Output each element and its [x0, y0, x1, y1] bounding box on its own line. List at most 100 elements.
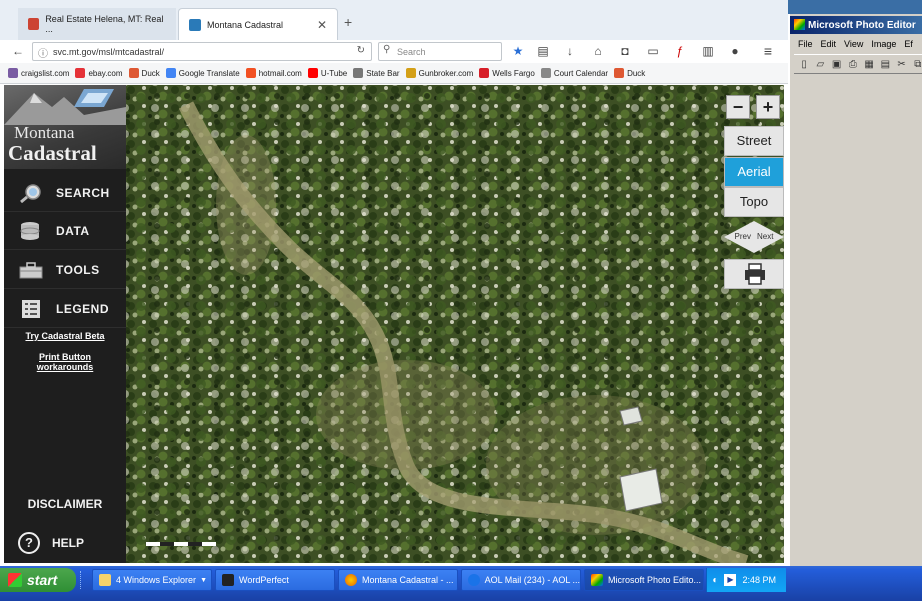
zoom-out-button[interactable]: − — [726, 95, 750, 119]
print-button-link-line2[interactable]: workarounds — [4, 362, 126, 372]
bookmark-item[interactable]: hotmail.com — [245, 68, 302, 78]
browser-window: Real Estate Helena, MT: Real ... Montana… — [0, 0, 788, 566]
photo-editor-menu-item[interactable]: Image — [871, 39, 896, 49]
disclaimer-link[interactable]: DISCLAIMER — [4, 497, 126, 511]
taskbar-item-photo-editor[interactable]: Microsoft Photo Edito... — [584, 569, 704, 591]
reload-icon[interactable]: ↻ — [357, 45, 365, 56]
wordperfect-icon — [222, 574, 234, 586]
montana-cadastral-app: Montana Cadastral SEARCH DATA TOOLS LEGE… — [0, 85, 788, 566]
search-placeholder: Search — [397, 46, 426, 57]
try-cadastral-beta-link[interactable]: Try Cadastral Beta — [4, 331, 126, 341]
save-icon[interactable]: ▣ — [831, 58, 843, 71]
bookmark-item[interactable]: craigslist.com — [8, 68, 69, 78]
url-text: svc.mt.gov/msl/mtcadastral/ — [53, 46, 165, 57]
photo-editor-menu-item[interactable]: Ef — [904, 39, 913, 49]
menu-tools[interactable]: TOOLS — [4, 251, 126, 289]
bookmark-favicon-icon — [353, 68, 364, 78]
database-icon — [20, 221, 40, 240]
scan-icon[interactable]: ▤ — [879, 58, 891, 71]
help-label: HELP — [52, 536, 85, 550]
help-button[interactable]: ? HELP — [18, 530, 126, 556]
copy-icon[interactable]: ⧉ — [912, 58, 922, 71]
mountain-logo-icon — [4, 89, 126, 125]
tab-montana-cadastral[interactable]: Montana Cadastral ✕ — [178, 8, 338, 40]
flash-icon[interactable]: ƒ — [672, 43, 688, 59]
menu-search[interactable]: SEARCH — [4, 174, 126, 212]
media-icon[interactable]: ▶ — [724, 574, 737, 586]
basemap-aerial-button[interactable]: Aerial — [724, 157, 784, 187]
taskbar-item-windows-explorer[interactable]: 4 Windows Explorer ▼ — [92, 569, 212, 591]
bookmark-item[interactable]: Duck — [128, 68, 160, 78]
basemap-topo-button[interactable]: Topo — [724, 187, 784, 217]
bookmarks-bar: craigslist.com ebay.com Duck Google Transla… — [0, 63, 788, 84]
photo-editor-menu-item[interactable]: Edit — [821, 39, 837, 49]
open-folder-icon[interactable]: ▱ — [814, 58, 826, 71]
bookmark-item[interactable]: Duck — [614, 68, 645, 78]
bookmark-item[interactable]: State Bar — [353, 68, 400, 78]
print-icon[interactable]: ⎙ — [847, 58, 859, 71]
bookmark-item[interactable]: Court Calendar — [540, 68, 608, 78]
app-logo: Montana Cadastral — [4, 85, 126, 169]
photo-editor-menu-item[interactable]: View — [844, 39, 863, 49]
bookmark-item[interactable]: Wells Fargo — [479, 68, 535, 78]
pocket-icon[interactable]: ◘ — [617, 43, 633, 59]
bookmark-favicon-icon — [8, 68, 18, 78]
hamburger-menu-icon[interactable]: ≡ — [760, 43, 776, 59]
new-tab-icon[interactable]: + — [344, 14, 352, 30]
new-file-icon[interactable]: ▯ — [798, 58, 810, 71]
tab-favicon-icon — [28, 18, 40, 30]
search-input[interactable]: ⚲ Search — [378, 42, 502, 61]
search-icon: ⚲ — [383, 44, 391, 55]
bookmark-item[interactable]: Google Translate — [165, 68, 240, 78]
network-icon[interactable]: ◐ — [712, 575, 718, 586]
aol-icon — [468, 574, 480, 586]
bookmark-label: Duck — [627, 68, 646, 78]
clock: 2:48 PM — [742, 575, 776, 585]
aerial-map[interactable] — [126, 85, 784, 563]
taskbar-item-label: Microsoft Photo Edito... — [608, 575, 702, 585]
screenshot-icon[interactable]: ▭ — [645, 43, 661, 59]
cut-icon[interactable]: ✂ — [896, 58, 908, 71]
bookmark-favicon-icon — [540, 68, 551, 78]
url-bar[interactable]: ⓘ svc.mt.gov/msl/mtcadastral/ ↻ — [32, 42, 372, 61]
basemap-street-button[interactable]: Street — [724, 126, 784, 156]
photo-editor-menu-item[interactable]: File — [798, 39, 813, 49]
start-button[interactable]: start — [0, 568, 76, 592]
bookmark-label: Gunbroker.com — [418, 68, 474, 78]
bookmark-item[interactable]: U-Tube — [307, 68, 347, 78]
quicklaunch-divider — [80, 571, 92, 589]
windows-taskbar: start 4 Windows Explorer ▼ WordPerfect M… — [0, 566, 922, 601]
print-preview-icon[interactable]: ▦ — [863, 58, 875, 71]
start-label: start — [27, 572, 58, 588]
toolbox-icon — [19, 261, 43, 278]
menu-legend[interactable]: LEGEND — [4, 290, 126, 328]
bookmark-label: Wells Fargo — [492, 68, 535, 78]
bookmark-star-icon[interactable]: ★ — [510, 43, 526, 59]
print-button[interactable] — [724, 259, 784, 289]
zoom-in-button[interactable]: + — [756, 95, 780, 119]
extension-icon[interactable]: ● — [727, 43, 743, 59]
back-icon[interactable]: ← — [10, 43, 26, 59]
menu-label: DATA — [56, 223, 90, 238]
bookmark-item[interactable]: Gunbroker.com — [405, 68, 474, 78]
search-icon — [20, 183, 41, 203]
tab-close-icon[interactable]: ✕ — [317, 18, 327, 32]
photo-editor-window: Microsoft Photo Editor File Edit View Image… — [788, 14, 922, 566]
bookmark-label: ebay.com — [88, 68, 123, 78]
logo-text-cadastral: Cadastral — [8, 141, 97, 165]
print-button-link-line1[interactable]: Print Button — [4, 352, 126, 362]
home-icon[interactable]: ⌂ — [590, 43, 606, 59]
bookmarks-library-icon[interactable]: ▤ — [535, 43, 551, 59]
bookmark-label: Google Translate — [178, 68, 240, 78]
tab-real-estate[interactable]: Real Estate Helena, MT: Real ... — [18, 8, 176, 40]
bookmark-item[interactable]: ebay.com — [75, 68, 123, 78]
addon-icon[interactable]: ▥ — [700, 43, 716, 59]
taskbar-item-firefox[interactable]: Montana Cadastral - ... — [338, 569, 458, 591]
logo-text-montana: Montana — [14, 123, 75, 142]
downloads-icon[interactable]: ↓ — [562, 43, 578, 59]
menu-data[interactable]: DATA — [4, 212, 126, 250]
taskbar-item-aol-mail[interactable]: AOL Mail (234) - AOL ... — [461, 569, 581, 591]
taskbar-item-wordperfect[interactable]: WordPerfect — [215, 569, 335, 591]
bookmark-label: State Bar — [366, 68, 400, 78]
folder-icon — [99, 574, 111, 586]
